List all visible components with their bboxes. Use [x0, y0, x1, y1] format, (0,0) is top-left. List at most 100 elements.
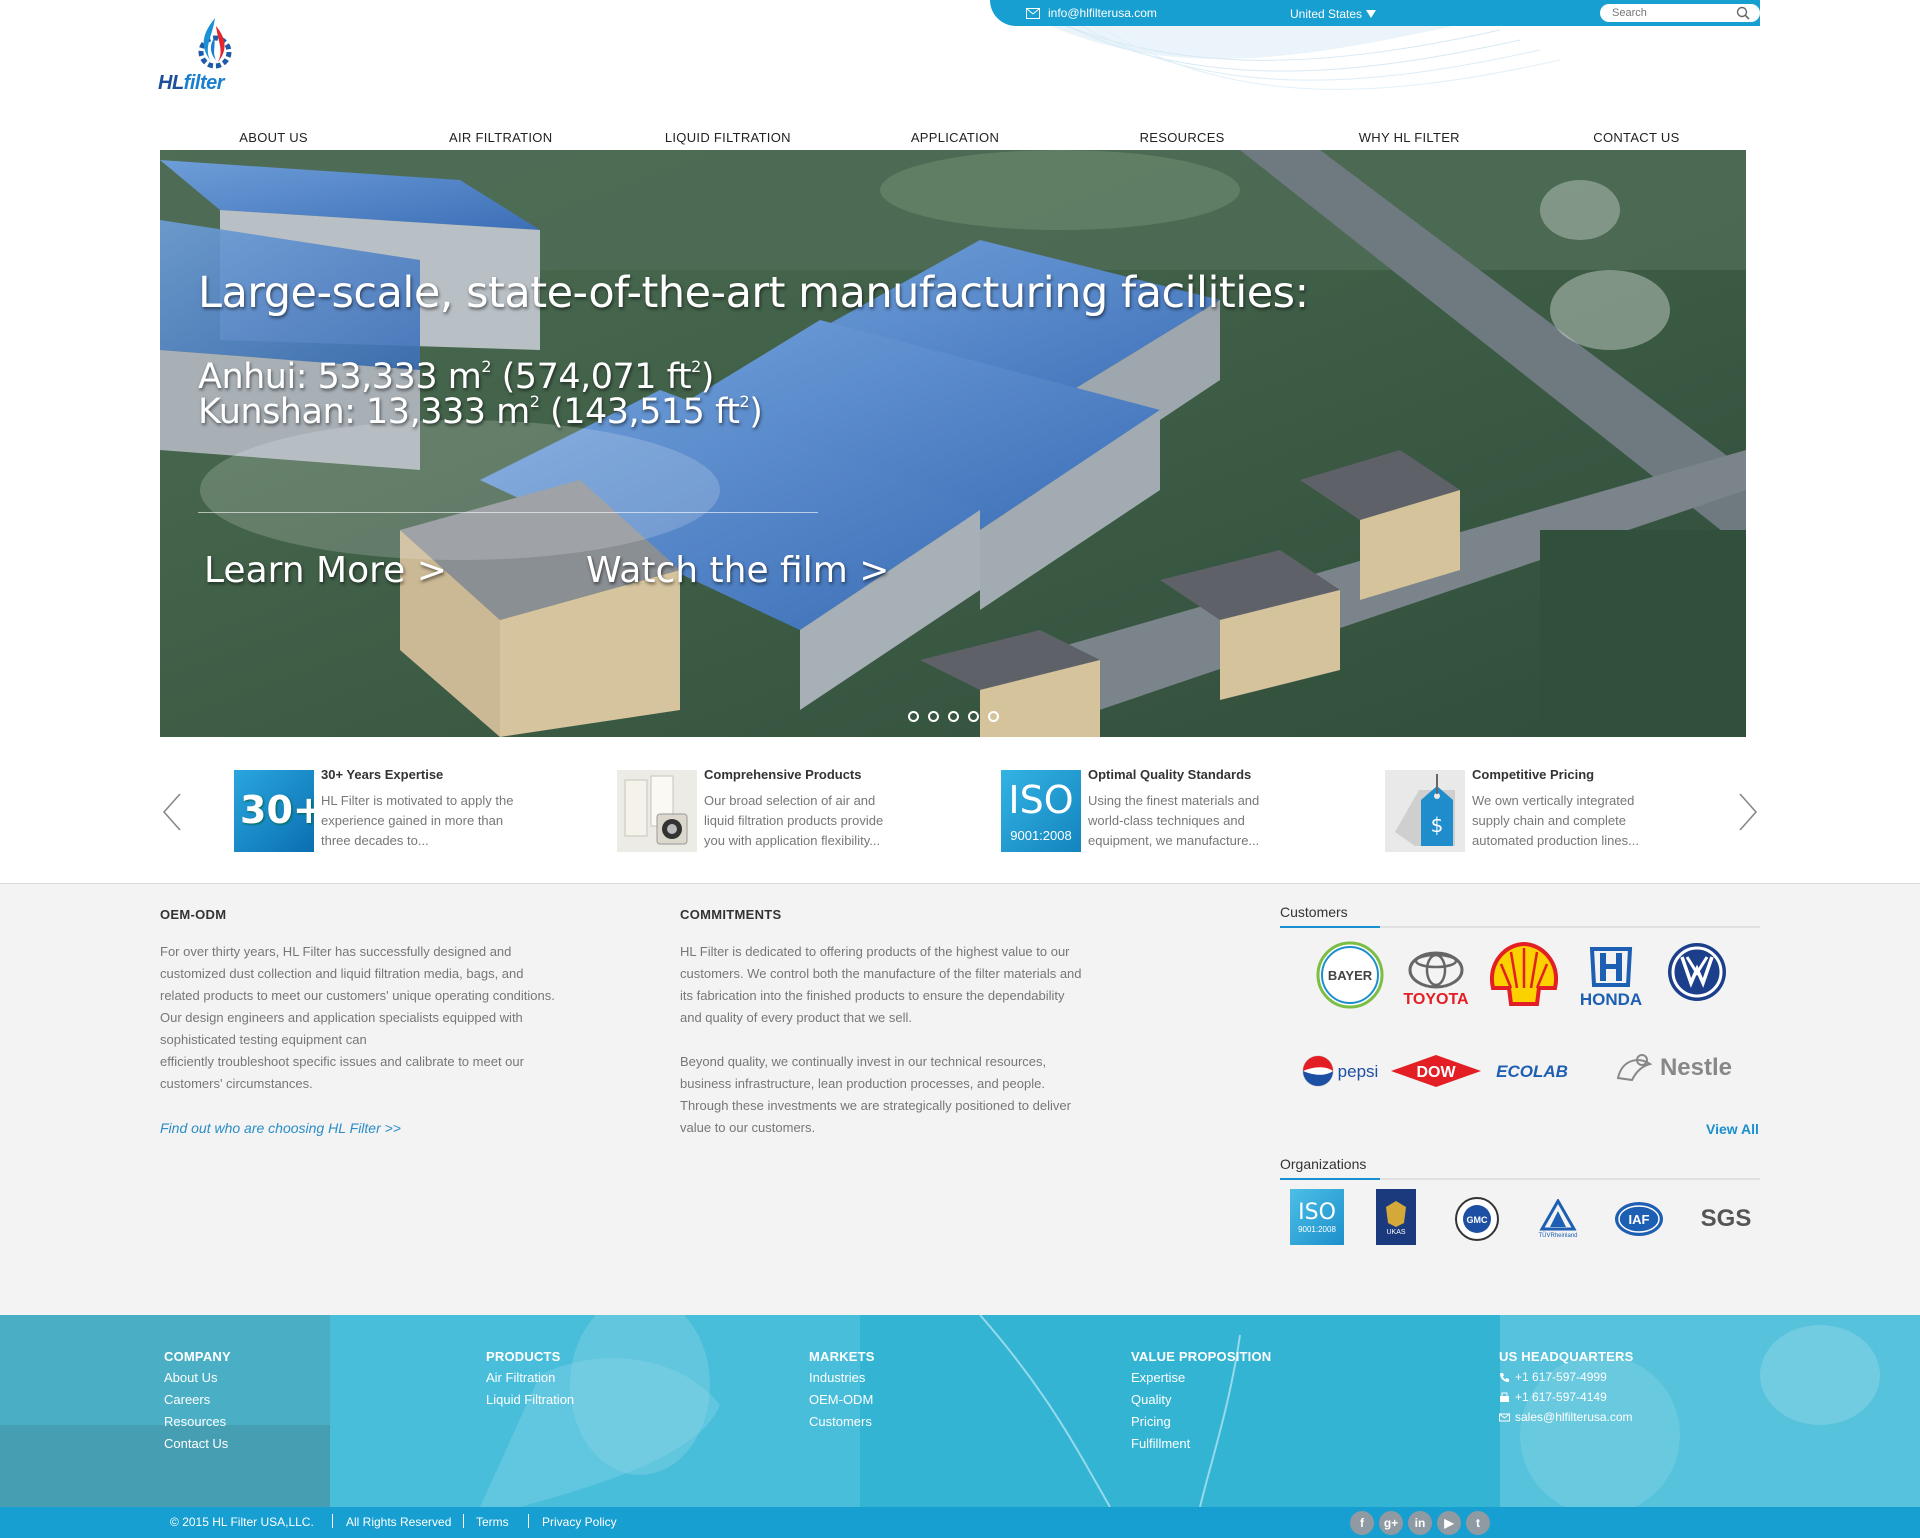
- iaf-logo[interactable]: IAF: [1612, 1194, 1666, 1244]
- hero-anhui-stat: Anhui: 53,333 m2 (574,071 ft2): [198, 357, 714, 397]
- svg-text:GMC: GMC: [1467, 1215, 1488, 1225]
- hq-email[interactable]: sales@hlfilterusa.com: [1499, 1407, 1633, 1427]
- footer-value-proposition: VALUE PROPOSITION Expertise Quality Pric…: [1131, 1349, 1271, 1455]
- nav-liquid-filtration[interactable]: LIQUID FILTRATION: [614, 128, 841, 150]
- youtube-icon[interactable]: ▶: [1437, 1511, 1461, 1535]
- nav-about-us[interactable]: ABOUT US: [160, 128, 387, 150]
- search-icon[interactable]: [1736, 6, 1750, 20]
- feature-desc: We own vertically integrated supply chai…: [1472, 793, 1639, 848]
- svg-text:pepsi: pepsi: [1338, 1062, 1379, 1081]
- footer-link-contact-us[interactable]: Contact Us: [164, 1433, 231, 1455]
- country-label[interactable]: United States: [1290, 7, 1362, 21]
- header-email[interactable]: info@hlfilterusa.com: [1026, 6, 1157, 20]
- dow-logo[interactable]: DOW: [1388, 1048, 1484, 1094]
- ecolab-logo[interactable]: ECOLAB: [1490, 1054, 1574, 1090]
- tuv-rheinland-logo[interactable]: TÜVRheinland: [1530, 1194, 1586, 1244]
- ukas-logo[interactable]: UKAS: [1376, 1189, 1416, 1245]
- shell-logo[interactable]: [1486, 940, 1562, 1008]
- footer-products: PRODUCTS Air Filtration Liquid Filtratio…: [486, 1349, 574, 1411]
- features-carousel: 30+ 30+ Years Expertise HL Filter is mot…: [0, 737, 1920, 883]
- separator: [463, 1514, 464, 1528]
- linkedin-icon[interactable]: in: [1408, 1511, 1432, 1535]
- toyota-logo[interactable]: TOYOTA: [1394, 946, 1478, 1010]
- oem-title: OEM-ODM: [160, 907, 227, 922]
- nestle-logo[interactable]: Nestle: [1582, 1046, 1762, 1090]
- footer-link-customers[interactable]: Customers: [809, 1411, 875, 1433]
- hero-kunshan-stat: Kunshan: 13,333 m2 (143,515 ft2): [198, 392, 763, 432]
- separator: [332, 1514, 333, 1528]
- footer-link-fulfillment[interactable]: Fulfillment: [1131, 1433, 1271, 1455]
- bayer-logo[interactable]: BAYER: [1310, 940, 1390, 1010]
- footer-link-careers[interactable]: Careers: [164, 1389, 231, 1411]
- slide-dot-4[interactable]: [968, 711, 979, 722]
- site-footer: COMPANY About Us Careers Resources Conta…: [0, 1315, 1920, 1507]
- footer-link-quality[interactable]: Quality: [1131, 1389, 1271, 1411]
- footer-link-oem-odm[interactable]: OEM-ODM: [809, 1389, 875, 1411]
- feature-pricing[interactable]: $ Competitive Pricing We own vertically …: [1385, 767, 1725, 857]
- price-tag-icon: $: [1385, 770, 1465, 852]
- footer-col-title: PRODUCTS: [486, 1349, 561, 1364]
- honda-logo[interactable]: HONDA: [1566, 944, 1656, 1010]
- footer-link-liquid-filtration[interactable]: Liquid Filtration: [486, 1389, 574, 1411]
- nav-contact-us[interactable]: CONTACT US: [1523, 128, 1750, 150]
- feature-title: Comprehensive Products: [704, 767, 862, 782]
- svg-text:DOW: DOW: [1416, 1064, 1456, 1081]
- copyright: © 2015 HL Filter USA,LLC.: [170, 1515, 314, 1529]
- feature-quality[interactable]: ISO 9001:2008 Optimal Quality Standards …: [1001, 767, 1341, 857]
- bottom-bar: © 2015 HL Filter USA,LLC. All Rights Res…: [0, 1507, 1920, 1538]
- feature-desc: Our broad selection of air and liquid fi…: [704, 793, 884, 848]
- svg-text:$: $: [1431, 813, 1444, 837]
- nav-air-filtration[interactable]: AIR FILTRATION: [387, 128, 614, 150]
- privacy-policy-link[interactable]: Privacy Policy: [542, 1515, 617, 1529]
- slide-dot-1[interactable]: [908, 711, 919, 722]
- footer-link-pricing[interactable]: Pricing: [1131, 1411, 1271, 1433]
- footer-link-resources[interactable]: Resources: [164, 1411, 231, 1433]
- envelope-icon: [1499, 1413, 1510, 1421]
- gmc-logo[interactable]: GMC: [1452, 1194, 1502, 1244]
- hero-title: Large-scale, state-of-the-art manufactur…: [198, 268, 1309, 318]
- oem-text: For over thirty years, HL Filter has suc…: [160, 944, 555, 1091]
- factory-aerial-image: [160, 150, 1746, 737]
- footer-col-title: MARKETS: [809, 1349, 875, 1364]
- all-rights-reserved: All Rights Reserved: [346, 1515, 452, 1529]
- terms-link[interactable]: Terms: [476, 1515, 509, 1529]
- main-nav: ABOUT US AIR FILTRATION LIQUID FILTRATIO…: [160, 128, 1750, 150]
- slide-dot-3[interactable]: [948, 711, 959, 722]
- header-email-text[interactable]: info@hlfilterusa.com: [1048, 6, 1157, 20]
- svg-text:HONDA: HONDA: [1580, 990, 1642, 1009]
- view-all-customers-link[interactable]: View All: [1706, 1121, 1759, 1137]
- search-input[interactable]: [1612, 5, 1732, 21]
- feature-expertise[interactable]: 30+ 30+ Years Expertise HL Filter is mot…: [234, 767, 574, 857]
- footer-link-industries[interactable]: Industries: [809, 1367, 875, 1389]
- slide-dot-5[interactable]: [988, 711, 999, 722]
- chevron-left-icon[interactable]: [160, 792, 184, 832]
- learn-more-link[interactable]: Learn More >: [204, 550, 447, 591]
- feature-title: Competitive Pricing: [1472, 767, 1595, 782]
- country-selector[interactable]: United States: [1290, 7, 1377, 21]
- commitments-text: HL Filter is dedicated to offering produ…: [680, 944, 1082, 1135]
- footer-link-expertise[interactable]: Expertise: [1131, 1367, 1271, 1389]
- sgs-logo[interactable]: SGS: [1694, 1194, 1758, 1244]
- customers-link[interactable]: Find out who are choosing HL Filter >>: [160, 1120, 401, 1136]
- footer-link-about-us[interactable]: About Us: [164, 1367, 231, 1389]
- google-plus-icon[interactable]: g+: [1379, 1511, 1403, 1535]
- top-utility-bar: info@hlfilterusa.com United States: [990, 0, 1760, 26]
- chevron-right-icon[interactable]: [1736, 792, 1760, 832]
- nav-why-hl-filter[interactable]: WHY HL FILTER: [1296, 128, 1523, 150]
- flame-gear-icon: [198, 18, 232, 69]
- volkswagen-logo[interactable]: [1662, 940, 1732, 1004]
- footer-markets: MARKETS Industries OEM-ODM Customers: [809, 1349, 875, 1433]
- iso-org-logo[interactable]: ISO 9001:2008: [1290, 1189, 1344, 1245]
- nav-resources[interactable]: RESOURCES: [1069, 128, 1296, 150]
- feature-products[interactable]: Comprehensive Products Our broad selecti…: [617, 767, 957, 857]
- feature-desc: HL Filter is motivated to apply the expe…: [321, 793, 514, 848]
- facebook-icon[interactable]: f: [1350, 1511, 1374, 1535]
- watch-film-link[interactable]: Watch the film >: [586, 550, 889, 591]
- twitter-icon[interactable]: t: [1466, 1511, 1490, 1535]
- pepsi-logo[interactable]: pepsi: [1300, 1046, 1390, 1096]
- hl-filter-logo[interactable]: HLfilter: [158, 16, 268, 94]
- nav-application[interactable]: APPLICATION: [841, 128, 1068, 150]
- organizations-underline: [1280, 1178, 1760, 1180]
- slide-dot-2[interactable]: [928, 711, 939, 722]
- footer-link-air-filtration[interactable]: Air Filtration: [486, 1367, 574, 1389]
